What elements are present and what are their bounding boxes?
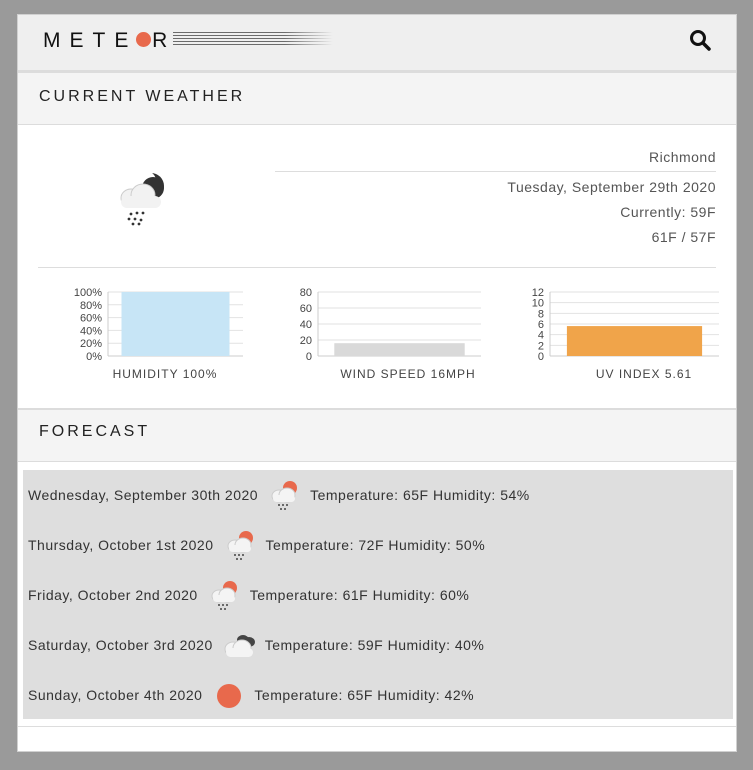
forecast-details: Temperature: 61F Humidity: 60% [249, 587, 470, 603]
forecast-list: Wednesday, September 30th 2020 Temperatu… [23, 470, 733, 719]
y-tick-label: 80 [300, 287, 312, 299]
sun-icon [212, 678, 246, 712]
logo: METE R [43, 29, 176, 53]
y-tick-label: 60% [80, 313, 102, 325]
forecast-details: Temperature: 65F Humidity: 54% [310, 487, 530, 503]
current-temp: Currently: 59F [620, 204, 716, 220]
current-weather-title: CURRENT WEATHER [39, 88, 246, 105]
y-tick-label: 2 [538, 340, 544, 352]
rain-night-icon [120, 171, 164, 226]
y-tick-label: 4 [538, 330, 544, 342]
forecast-row: Wednesday, September 30th 2020 Temperatu… [28, 470, 530, 520]
bar [334, 343, 465, 356]
logo-sun-icon [136, 32, 151, 47]
y-tick-label: 40% [80, 325, 102, 337]
forecast-row: Thursday, October 1st 2020 Temperature: … [28, 520, 485, 570]
city-name: Richmond [648, 149, 716, 165]
app-header: METE R [18, 15, 736, 73]
y-tick-label: 8 [538, 308, 544, 320]
forecast-row: Sunday, October 4th 2020 Temperature: 65… [28, 670, 474, 720]
y-tick-label: 0 [538, 351, 544, 361]
forecast-details: Temperature: 72F Humidity: 50% [265, 537, 486, 553]
weather-card: METE R CURRENT WEATHER Richmond Tuesday,… [17, 14, 737, 752]
info-divider [275, 171, 716, 172]
current-date: Tuesday, September 29th 2020 [507, 179, 716, 195]
cloudy-icon [223, 628, 257, 662]
forecast-title: FORECAST [39, 423, 151, 440]
charts-divider [38, 267, 716, 268]
forecast-day: Wednesday, September 30th 2020 [28, 487, 259, 503]
y-tick-label: 10 [532, 298, 544, 310]
forecast-day: Friday, October 2nd 2020 [28, 587, 198, 603]
y-tick-label: 12 [532, 287, 544, 299]
y-tick-label: 20% [80, 338, 102, 350]
uv-index-label: UV INDEX 5.61 [595, 367, 693, 381]
forecast-row: Friday, October 2nd 2020 Temperature: 61… [28, 570, 469, 620]
humidity-chart: 0%20%40%60%80%100% [74, 287, 243, 361]
forecast-day: Saturday, October 3rd 2020 [28, 637, 213, 653]
y-tick-label: 80% [80, 300, 102, 312]
forecast-day: Sunday, October 4th 2020 [28, 687, 203, 703]
y-tick-label: 60 [300, 303, 312, 315]
forecast-header: FORECAST [18, 408, 736, 462]
footer-divider [18, 726, 736, 727]
wind-speed-chart: 0 20 40 60 80 [300, 287, 481, 361]
y-tick-label: 100% [74, 287, 102, 299]
y-tick-label: 0% [86, 351, 102, 361]
logo-text: METE R [43, 29, 177, 52]
search-icon[interactable] [688, 28, 712, 52]
wind-speed-label: WIND SPEED 16MPH [340, 367, 476, 381]
rain-sun-icon [268, 478, 302, 512]
humidity-label: HUMIDITY 100% [112, 367, 218, 381]
logo-wind-lines [173, 32, 333, 46]
y-tick-label: 0 [306, 351, 312, 361]
bar [121, 292, 230, 356]
forecast-day: Thursday, October 1st 2020 [28, 537, 214, 553]
y-tick-label: 6 [538, 319, 544, 331]
forecast-row: Saturday, October 3rd 2020 Temperature: … [28, 620, 484, 670]
forecast-details: Temperature: 65F Humidity: 42% [254, 687, 475, 703]
rain-sun-icon [208, 578, 242, 612]
current-weather-header: CURRENT WEATHER [18, 73, 736, 125]
rain-sun-icon [224, 528, 258, 562]
y-tick-label: 40 [300, 319, 312, 331]
bar [566, 326, 703, 356]
forecast-details: Temperature: 59F Humidity: 40% [264, 637, 485, 653]
uv-index-chart: 024681012 [532, 287, 719, 361]
y-tick-label: 20 [300, 335, 312, 347]
hi-lo-temp: 61F / 57F [651, 229, 716, 245]
